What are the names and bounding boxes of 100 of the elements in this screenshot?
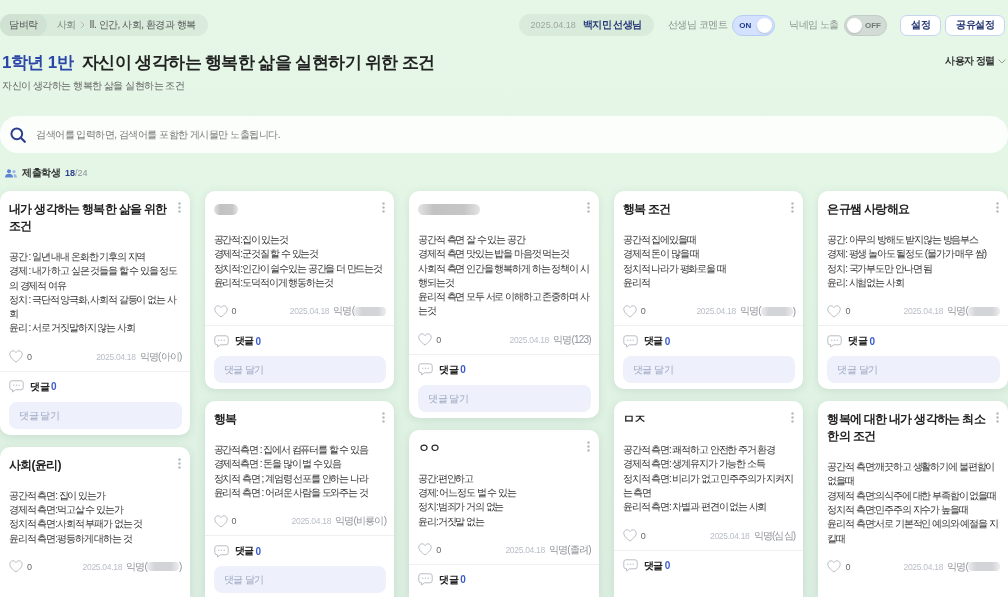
toggle-switch[interactable]: ON <box>732 14 776 36</box>
heart-icon[interactable] <box>9 560 23 574</box>
like-count: 0 <box>436 544 442 555</box>
like-count: 0 <box>640 530 646 541</box>
like-count: 0 <box>231 306 237 317</box>
settings-button[interactable]: 공유설정 <box>945 14 1005 36</box>
more-icon[interactable] <box>996 412 999 424</box>
post-text-line: 경제적:군것질 할 수 있는것 <box>213 247 320 262</box>
chat-bubble-icon[interactable] <box>9 380 24 394</box>
post-date: 2025.04.18 <box>505 544 545 555</box>
breadcrumb-link[interactable]: II. 인간, 사회, 환경과 행복 <box>89 18 196 32</box>
post-date: 2025.04.18 <box>96 351 136 362</box>
closing-parenthesis: ) <box>792 305 796 317</box>
comment-field[interactable]: 댓글 달기 <box>622 356 796 384</box>
chat-bubble-icon[interactable] <box>418 363 434 377</box>
more-icon[interactable] <box>586 202 590 213</box>
blurred-title <box>213 204 238 215</box>
comment-label: 댓글 <box>234 544 254 559</box>
heart-icon[interactable] <box>9 350 23 364</box>
post-date: 2025.04.18 <box>903 561 944 572</box>
post-text-line: 경제적 돈이 많을 때 <box>622 247 701 262</box>
post-text-line: 공간 : 일년 내내 온화한 기후의 지역 <box>9 250 147 264</box>
post-text-line: 경제적 측면:의식주에 대한 부족함이 없을때 <box>827 488 997 503</box>
post-title: 사회(윤리) <box>9 456 62 474</box>
more-icon[interactable] <box>791 202 795 213</box>
comment-label: 댓글 <box>643 334 663 349</box>
more-icon[interactable] <box>177 457 181 469</box>
settings-button[interactable]: 설정 <box>900 14 941 36</box>
comment-field[interactable]: 댓글 달기 <box>418 384 591 412</box>
comment-field[interactable]: 댓글 달기 <box>827 356 1000 384</box>
comment-label: 댓글 <box>439 362 459 377</box>
search-field[interactable]: 검색어를 입력하면, 검색어를 포함한 게시물만 노출됩니다. <box>0 116 1008 153</box>
toggle-knob-icon <box>757 17 773 33</box>
post-text-line: 경제적 측면: 생계유지가 가능한 소득 <box>622 457 766 472</box>
submission-count: 18/24 <box>65 168 88 178</box>
post-title: 행복 <box>213 411 238 429</box>
comment-count: 0 <box>664 335 671 347</box>
more-icon[interactable] <box>586 440 590 452</box>
sort-dropdown[interactable]: 사용자 정렬 <box>945 54 1006 68</box>
author-name: 익명( <box>947 304 968 319</box>
chat-bubble-icon[interactable] <box>622 559 638 573</box>
toggle-label: 닉네임 노출 <box>789 18 839 32</box>
author-name: 익명( <box>947 559 968 574</box>
post-text-line: 윤리적 <box>622 275 651 290</box>
more-icon[interactable] <box>177 202 181 213</box>
chat-bubble-icon[interactable] <box>418 573 434 587</box>
comment-count: 0 <box>869 335 875 347</box>
author-name: 익명( <box>739 304 761 319</box>
chat-bubble-icon[interactable] <box>213 544 229 558</box>
post-date: 2025.04.18 <box>709 530 750 541</box>
chat-bubble-icon[interactable] <box>622 334 638 348</box>
heart-icon[interactable] <box>213 514 228 528</box>
chevron-down-icon <box>998 58 1006 64</box>
comment-field[interactable]: 댓글 달기 <box>213 566 387 594</box>
author-name: 익명(졸려) <box>548 542 591 557</box>
comment-label: 댓글 <box>30 379 49 394</box>
post-text-line: 윤리적 측면:서로 기본적인 예의와 예절을 지킬때 <box>827 517 999 546</box>
post-date: 2025.04.18 <box>903 306 944 317</box>
like-count: 0 <box>436 334 442 345</box>
post-title: ㅇㅇ <box>418 439 442 457</box>
heart-icon[interactable] <box>213 304 228 318</box>
people-icon <box>5 168 17 178</box>
post-date: 2025.04.18 <box>509 334 550 345</box>
chevron-right-icon <box>79 21 85 29</box>
post-text-line: 윤리적 측면: 차별과 편견이 없는 사회 <box>622 500 768 515</box>
more-icon[interactable] <box>382 202 386 213</box>
post-text-line: 경제: 어느정도 벌 수 있는 <box>418 486 518 501</box>
heart-icon[interactable] <box>827 560 842 574</box>
post-text-line: 공간적 측면: 집이 있는가 <box>9 488 107 503</box>
comment-field[interactable]: 댓글 달기 <box>9 401 182 429</box>
post-text-line: 정치: 국가부도만 안나면 됨 <box>827 261 933 276</box>
more-icon[interactable] <box>791 412 795 424</box>
post-text-line: 윤리적 측면:평등하게 대하는 것 <box>9 531 133 546</box>
heart-icon[interactable] <box>622 304 637 318</box>
search-icon <box>10 127 26 143</box>
like-count: 0 <box>845 306 851 317</box>
breadcrumb-link[interactable]: 담벼락 <box>0 14 47 36</box>
author-name: 익명(123) <box>553 332 591 347</box>
post-text-line: 경제: 평생 놀아도 될정도 (물가가 매우 쌈) <box>827 247 988 262</box>
comment-field[interactable]: 댓글 달기 <box>213 356 387 384</box>
post-title: 내가 생각하는 행복한 삶을 위한 조건 <box>9 201 168 235</box>
board-title: 자신이 생각하는 행복한 삶을 실현하기 위한 조건 <box>82 52 435 74</box>
chat-bubble-icon[interactable] <box>827 334 843 348</box>
post-title: ㅁㅈ <box>622 411 647 429</box>
heart-icon[interactable] <box>418 543 433 557</box>
post-text-line: 정치적 측면: 비리가 없고 민주주의가 지켜지는 측면 <box>622 471 795 501</box>
like-count: 0 <box>640 306 646 317</box>
like-count: 0 <box>27 561 32 572</box>
chat-bubble-icon[interactable] <box>213 334 229 348</box>
more-icon[interactable] <box>996 202 999 213</box>
heart-icon[interactable] <box>622 529 637 543</box>
toggle-label: 선생님 코멘트 <box>667 18 728 32</box>
heart-icon[interactable] <box>418 333 433 347</box>
post-text-line: 공간적 측면 잘 수 있는 공간 <box>418 233 526 247</box>
more-icon[interactable] <box>382 412 386 424</box>
post-title: 행복에 대한 내가 생각하는 최소한의 조건 <box>827 411 986 446</box>
author-name: 익명( <box>333 304 355 319</box>
heart-icon[interactable] <box>827 304 842 318</box>
post-text-line: 윤리: 시험없는 사회 <box>827 275 905 290</box>
post-text-line: 공간적 집에있을때 <box>622 233 697 247</box>
